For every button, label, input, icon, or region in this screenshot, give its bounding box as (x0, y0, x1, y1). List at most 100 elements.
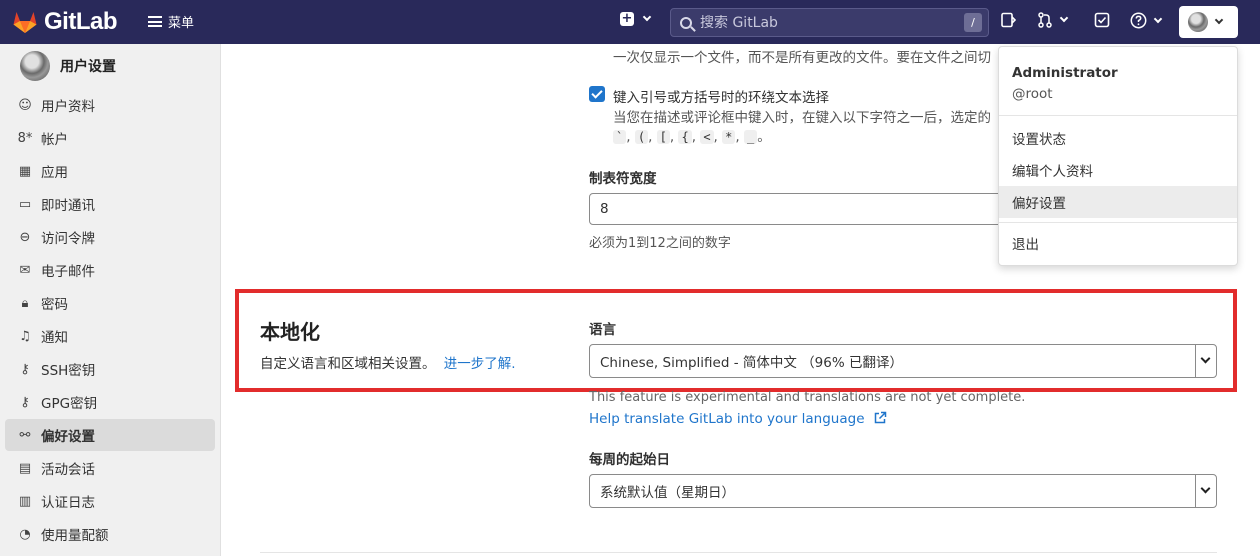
language-label: 语言 (589, 322, 616, 338)
sidebar-item-label: 通知 (41, 330, 68, 346)
settings-sidebar: 用户设置 ☺ 用户资料 8* 帐户 ▦ 应用 ▭ 即时通讯 ⊖ 访问令牌 ✉ 电子邮件 🔒︎… (0, 44, 221, 556)
search-icon (680, 16, 692, 29)
applications-icon: ▦ (18, 163, 32, 179)
surround-selection-hint: 当您在描述或评论框中键入时，在键入以下字符之一后，选定的 (613, 110, 991, 126)
help-translate-text: Help translate GitLab into your language (589, 411, 865, 427)
first-day-label: 每周的起始日 (589, 452, 670, 468)
monitor-icon: ▤ (18, 460, 32, 476)
menu-item-sign-out[interactable]: 退出 (999, 227, 1237, 259)
first-day-value: 系统默认值（星期日） (600, 485, 735, 501)
sidebar-item-label: 密码 (41, 297, 68, 313)
menu-button[interactable]: 菜单 (148, 12, 194, 31)
chat-icon: ▭ (18, 196, 32, 212)
sidebar-item-profile[interactable]: ☺ 用户资料 (5, 89, 215, 121)
profile-icon: ☺ (18, 97, 32, 113)
sidebar-item-chat[interactable]: ▭ 即时通讯 (5, 188, 215, 220)
sidebar-item-auth-log[interactable]: ▥ 认证日志 (5, 485, 215, 517)
tab-width-value: 8 (600, 201, 609, 217)
chevron-down-icon (1059, 13, 1069, 23)
todo-icon[interactable] (1094, 12, 1110, 32)
char-code: < (700, 130, 714, 144)
char-code: ( (634, 130, 649, 144)
gitlab-logo[interactable]: GitLab (12, 8, 118, 36)
token-icon: ⊖ (19, 229, 31, 245)
chevron-down-icon (1153, 14, 1163, 23)
menu-label: 菜单 (168, 16, 195, 31)
char-code: * (722, 130, 736, 144)
sidebar-item-gpg-keys[interactable]: ⚷ GPG密钥 (5, 386, 215, 418)
key-icon: ⚷ (20, 394, 30, 410)
sidebar-item-emails[interactable]: ✉ 电子邮件 (5, 254, 215, 286)
menu-item-preferences[interactable]: 偏好设置 (999, 186, 1237, 218)
user-info[interactable]: Administrator @root (999, 47, 1237, 115)
sidebar-item-access-tokens[interactable]: ⊖ 访问令牌 (5, 221, 215, 253)
sidebar-item-label: 即时通讯 (41, 198, 95, 214)
user-menu-button[interactable] (1179, 6, 1238, 38)
sidebar-item-account[interactable]: 8* 帐户 (5, 122, 215, 154)
tab-width-input[interactable]: 8 (589, 193, 1009, 225)
char-code: ` (613, 130, 627, 144)
sidebar-item-label: 帐户 (41, 132, 68, 148)
help-translate-link[interactable]: Help translate GitLab into your language (589, 411, 887, 427)
merge-request-icon (1038, 12, 1052, 28)
chevron-down-icon (1195, 475, 1216, 507)
sidebar-item-active-sessions[interactable]: ▤ 活动会话 (5, 452, 215, 484)
avatar (1188, 12, 1208, 32)
lock-icon: 🔒︎ (21, 295, 29, 311)
sidebar-item-usage-quotas[interactable]: ◔ 使用量配额 (5, 518, 215, 550)
sidebar-item-password[interactable]: 🔒︎ 密码 (5, 287, 215, 319)
issues-icon[interactable] (1000, 12, 1017, 32)
merge-requests-button[interactable] (1037, 12, 1069, 28)
external-link-icon (874, 411, 887, 424)
sidebar-item-label: 电子邮件 (41, 264, 95, 280)
sidebar-item-label: SSH密钥 (41, 363, 96, 379)
sidebar-item-preferences[interactable]: ⚯ 偏好设置 (5, 419, 215, 451)
search-input[interactable] (700, 14, 950, 31)
sidebar-item-label: 应用 (41, 165, 68, 181)
language-value: Chinese, Simplified - 简体中文 （96% 已翻译） (600, 355, 903, 371)
localization-desc-text: 自定义语言和区域相关设置。 (260, 356, 436, 372)
sidebar-item-label: 用户资料 (41, 99, 95, 115)
char-code: [ (656, 130, 670, 144)
surround-selection-checkbox[interactable] (589, 86, 605, 102)
user-handle: @root (1012, 86, 1053, 102)
section-divider (260, 552, 1217, 553)
avatar (20, 51, 50, 81)
sidebar-item-label: GPG密钥 (41, 396, 98, 412)
surround-characters: `, (, [, {, <, *, _。 (613, 125, 771, 145)
sidebar-item-label: 认证日志 (41, 495, 95, 511)
account-icon: 8* (17, 130, 33, 146)
new-dropdown-button[interactable]: + (620, 12, 652, 26)
sidebar-item-notifications[interactable]: ♫ 通知 (5, 320, 215, 352)
user-dropdown-menu: Administrator @root 设置状态 编辑个人资料 偏好设置 退出 (998, 46, 1238, 266)
help-button[interactable] (1130, 12, 1163, 29)
mail-icon: ✉ (19, 262, 31, 278)
help-icon (1130, 12, 1147, 29)
sidebar-item-label: 活动会话 (41, 462, 95, 478)
preferences-icon: ⚯ (19, 427, 31, 443)
top-navbar: GitLab 菜单 + / (0, 0, 1260, 44)
user-name: Administrator (1012, 65, 1118, 81)
search-box[interactable]: / (670, 8, 989, 37)
menu-item-set-status[interactable]: 设置状态 (999, 122, 1237, 154)
sidebar-item-label: 使用量配额 (41, 528, 109, 544)
single-file-hint: 一次仅显示一个文件，而不是所有更改的文件。要在文件之间切 (613, 50, 991, 66)
hamburger-icon (148, 16, 162, 27)
search-shortcut-badge: / (964, 13, 982, 32)
language-select[interactable]: Chinese, Simplified - 简体中文 （96% 已翻译） (589, 344, 1217, 378)
sidebar-item-ssh-keys[interactable]: ⚷ SSH密钥 (5, 353, 215, 385)
learn-more-link[interactable]: 进一步了解. (444, 356, 516, 372)
sidebar-title: 用户设置 (60, 59, 116, 75)
char-code: _ (743, 130, 758, 144)
sidebar-item-label: 访问令牌 (41, 231, 95, 247)
tab-width-label: 制表符宽度 (589, 171, 657, 187)
char-code: { (678, 130, 692, 144)
menu-item-edit-profile[interactable]: 编辑个人资料 (999, 154, 1237, 186)
sidebar-item-applications[interactable]: ▦ 应用 (5, 155, 215, 187)
first-day-select[interactable]: 系统默认值（星期日） (589, 474, 1217, 508)
tanuki-icon (13, 12, 37, 33)
tab-width-hint: 必须为1到12之间的数字 (589, 236, 731, 251)
surround-selection-label[interactable]: 键入引号或方括号时的环绕文本选择 (613, 86, 829, 106)
sidebar-header[interactable]: 用户设置 (0, 44, 220, 88)
key-icon: ⚷ (20, 361, 30, 377)
